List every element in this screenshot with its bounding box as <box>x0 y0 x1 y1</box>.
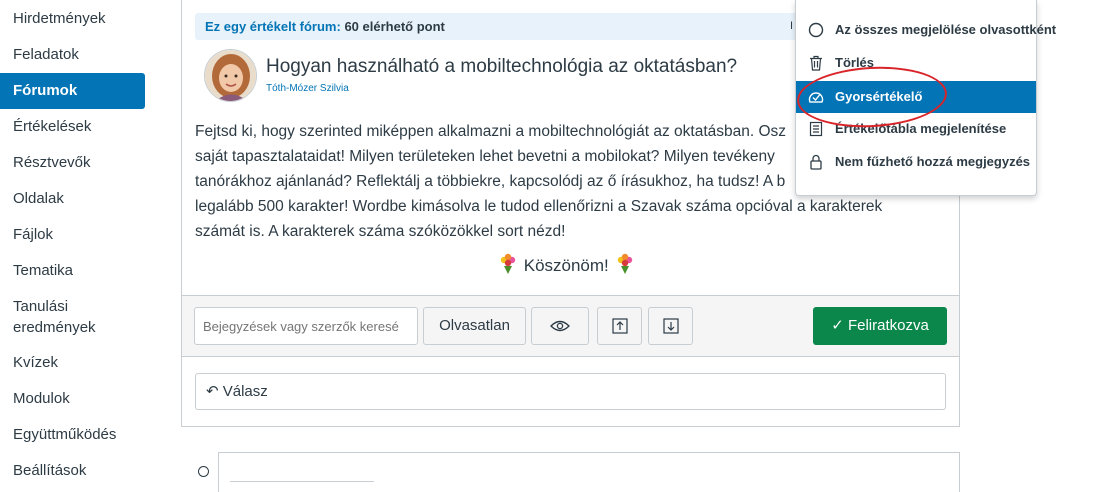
rubric-icon <box>809 121 823 137</box>
body-line: legalább 500 karakter! Wordbe kimásolva … <box>195 198 883 215</box>
lock-icon <box>810 154 822 170</box>
trash-icon <box>810 55 822 71</box>
nav-item-collaborations[interactable]: Együttműködés <box>0 417 145 453</box>
bouquet-icon <box>497 253 519 280</box>
nav-item-files[interactable]: Fájlok <box>0 217 145 253</box>
nav-item-grades[interactable]: Értékelések <box>0 109 145 145</box>
nav-item-assignments[interactable]: Feladatok <box>0 37 145 73</box>
collapse-button[interactable] <box>597 307 642 345</box>
body-line: számát is. A karakterek száma szóközökke… <box>195 223 566 240</box>
graded-label: Ez egy értékelt fórum: <box>205 19 341 34</box>
subscribe-label: Feliratkozva <box>847 317 929 334</box>
reply-label: Válasz <box>222 383 268 400</box>
speedgrader-icon <box>808 92 824 103</box>
thanks-line: Köszönöm! <box>497 253 636 280</box>
settings-menu: Az összes megjelölése olvasottként Törlé… <box>795 0 1056 196</box>
graded-discussion-banner: Ez egy értékelt fórum: 60 elérhető pont <box>195 13 805 40</box>
nav-item-syllabus[interactable]: Tematika <box>0 253 145 289</box>
mark-read-button[interactable] <box>531 307 589 345</box>
avatar[interactable] <box>204 49 257 102</box>
unread-indicator <box>198 466 209 477</box>
reply-button[interactable]: ↶ Válasz <box>195 373 946 410</box>
discussion-title: Hogyan használható a mobiltechnológia az… <box>266 56 738 77</box>
nav-item-announcements[interactable]: Hirdetmények <box>0 1 145 37</box>
circle-icon <box>808 22 824 38</box>
nav-item-outcomes[interactable]: Tanulási eredmények <box>0 293 140 341</box>
menu-item-disallow-comments[interactable]: Nem fűzhető hozzá megjegyzés <box>796 146 1036 178</box>
checkmark-icon: ✓ <box>831 317 844 334</box>
nav-item-modules[interactable]: Modulok <box>0 381 145 417</box>
expand-icon <box>662 318 679 334</box>
banner-trailing-text: I <box>790 20 794 32</box>
thanks-text: Köszönöm! <box>523 255 609 275</box>
reply-icon: ↶ <box>206 383 219 400</box>
search-input[interactable] <box>194 307 418 345</box>
unread-button[interactable]: Olvasatlan <box>423 307 526 345</box>
menu-item-mark-all-read[interactable]: Az összes megjelölése olvasottként <box>796 14 1056 46</box>
menu-item-delete[interactable]: Törlés <box>796 47 1036 79</box>
course-nav: Hirdetmények Feladatok Fórumok Értékelés… <box>0 0 150 484</box>
subscribe-button[interactable]: ✓ Feliratkozva <box>813 307 947 345</box>
collapse-icon <box>611 318 628 334</box>
nav-item-discussions[interactable]: Fórumok <box>0 73 145 109</box>
menu-item-show-rubric[interactable]: Értékelőtábla megjelenítése <box>796 113 1036 145</box>
reply-entry <box>218 452 960 492</box>
author-link[interactable]: Tóth-Mózer Szilvia <box>266 83 349 94</box>
nav-item-quizzes[interactable]: Kvízek <box>0 345 145 381</box>
bouquet-icon <box>614 253 636 280</box>
expand-button[interactable] <box>648 307 693 345</box>
divider <box>230 481 374 482</box>
nav-item-pages[interactable]: Oldalak <box>0 181 145 217</box>
nav-item-people[interactable]: Résztvevők <box>0 145 145 181</box>
menu-item-speedgrader[interactable]: Gyorsértékelő <box>796 81 1036 113</box>
eye-icon <box>550 320 570 332</box>
points-label: 60 elérhető pont <box>344 19 445 34</box>
